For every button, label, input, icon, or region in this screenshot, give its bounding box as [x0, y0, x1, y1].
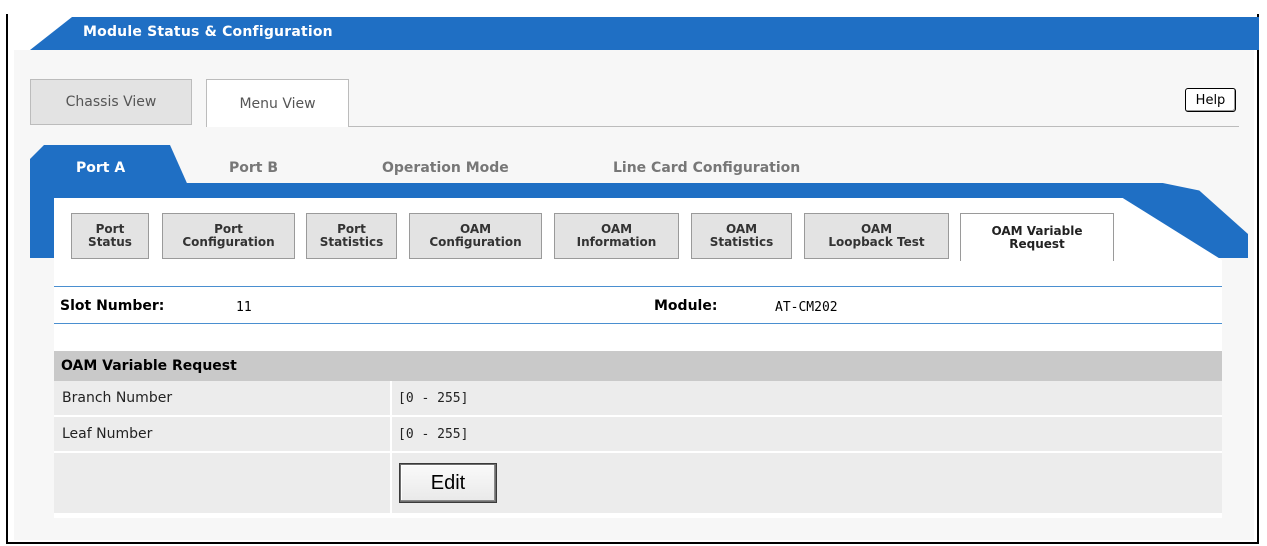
- slot-number-value: 11: [236, 300, 252, 315]
- tab-port-b[interactable]: Port B: [229, 160, 278, 176]
- oam-variable-request-table: OAM Variable Request Branch Number [0 - …: [54, 351, 1222, 515]
- tab-menu-view[interactable]: Menu View: [206, 79, 349, 127]
- subtab-line2: Statistics: [709, 235, 774, 249]
- subtab-line2: Configuration: [182, 235, 275, 249]
- info-top-divider: [54, 286, 1222, 287]
- subtab-line2: Request: [1009, 236, 1065, 251]
- subtab-port-statistics[interactable]: Port Statistics: [306, 213, 397, 259]
- subtab-line2: Information: [576, 235, 657, 249]
- tab-chassis-view[interactable]: Chassis View: [30, 79, 192, 125]
- subtab-oam-configuration[interactable]: OAM Configuration: [409, 213, 542, 259]
- branch-number-value: [0 - 255]: [392, 381, 1222, 415]
- subtab-line2: Configuration: [429, 235, 522, 249]
- table-row: Branch Number [0 - 255]: [54, 381, 1222, 417]
- empty-cell: [54, 453, 392, 513]
- leaf-number-label: Leaf Number: [54, 417, 392, 451]
- slot-number-label: Slot Number:: [60, 298, 165, 314]
- subtab-port-configuration[interactable]: Port Configuration: [162, 213, 295, 259]
- subtab-oam-statistics[interactable]: OAM Statistics: [691, 213, 792, 259]
- section-title: OAM Variable Request: [54, 351, 1222, 381]
- subtab-line2: Loopback Test: [828, 235, 925, 249]
- edit-button[interactable]: Edit: [400, 464, 496, 502]
- branch-number-label: Branch Number: [54, 381, 392, 415]
- leaf-number-value: [0 - 255]: [392, 417, 1222, 451]
- subtab-oam-information[interactable]: OAM Information: [554, 213, 679, 259]
- tab-operation-mode[interactable]: Operation Mode: [382, 160, 509, 176]
- module-label: Module:: [654, 298, 718, 314]
- subtab-line1: OAM Variable: [991, 223, 1083, 238]
- subtab-oam-loopback-test[interactable]: OAM Loopback Test: [804, 213, 949, 259]
- tab-line-card-configuration[interactable]: Line Card Configuration: [613, 160, 800, 176]
- subtab-line2: Statistics: [319, 235, 384, 249]
- subtab-oam-variable-request[interactable]: OAM Variable Request: [960, 213, 1114, 261]
- info-bottom-divider: [54, 323, 1222, 324]
- subtab-port-status[interactable]: Port Status: [71, 213, 149, 259]
- table-row-actions: Edit: [54, 453, 1222, 515]
- view-tabs-divider: [349, 126, 1239, 127]
- table-row: Leaf Number [0 - 255]: [54, 417, 1222, 453]
- subtab-line2: Status: [88, 235, 132, 249]
- page-title: Module Status & Configuration: [83, 24, 333, 40]
- help-button[interactable]: Help: [1185, 88, 1236, 112]
- tab-port-a[interactable]: Port A: [76, 160, 125, 176]
- actions-cell: Edit: [392, 453, 1222, 513]
- module-value: AT-CM202: [775, 300, 838, 315]
